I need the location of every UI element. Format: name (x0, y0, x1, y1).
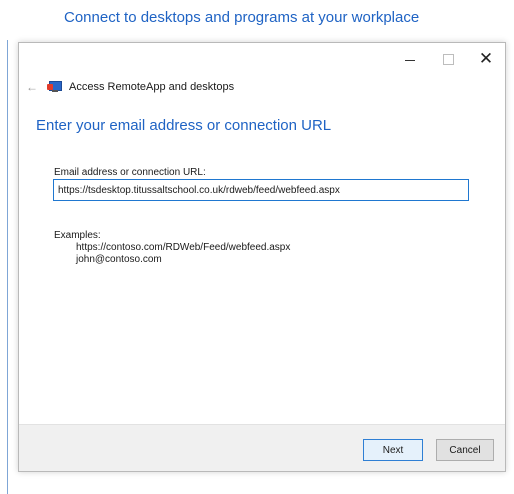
remote-desktop-icon (47, 80, 63, 94)
examples-section: Examples: https://contoso.com/RDWeb/Feed… (54, 230, 290, 266)
remoteapp-window: ✕ ← Access RemoteApp and desktops Enter … (18, 42, 506, 472)
example-email: john@contoso.com (76, 254, 162, 265)
title-bar: ← Access RemoteApp and desktops (23, 77, 234, 97)
close-button[interactable]: ✕ (467, 43, 505, 75)
next-button[interactable]: Next (363, 439, 423, 461)
example-url: https://contoso.com/RDWeb/Feed/webfeed.a… (76, 242, 291, 253)
close-icon: ✕ (478, 49, 494, 68)
window-controls: ✕ (391, 43, 505, 75)
maximize-icon (442, 53, 454, 65)
left-divider (7, 40, 8, 494)
examples-label: Examples: (54, 230, 101, 241)
minimize-button[interactable] (391, 43, 429, 75)
url-input[interactable] (53, 179, 469, 201)
page-heading: Connect to desktops and programs at your… (64, 9, 420, 26)
page-subtitle: Enter your email address or connection U… (36, 117, 332, 134)
maximize-button[interactable] (429, 43, 467, 75)
minimize-icon (405, 59, 415, 61)
back-arrow-icon[interactable]: ← (23, 80, 41, 94)
cancel-button[interactable]: Cancel (436, 439, 494, 461)
window-title: Access RemoteApp and desktops (69, 81, 235, 93)
footer-bar: Next Cancel (19, 424, 505, 471)
url-field-label: Email address or connection URL: (54, 167, 206, 178)
